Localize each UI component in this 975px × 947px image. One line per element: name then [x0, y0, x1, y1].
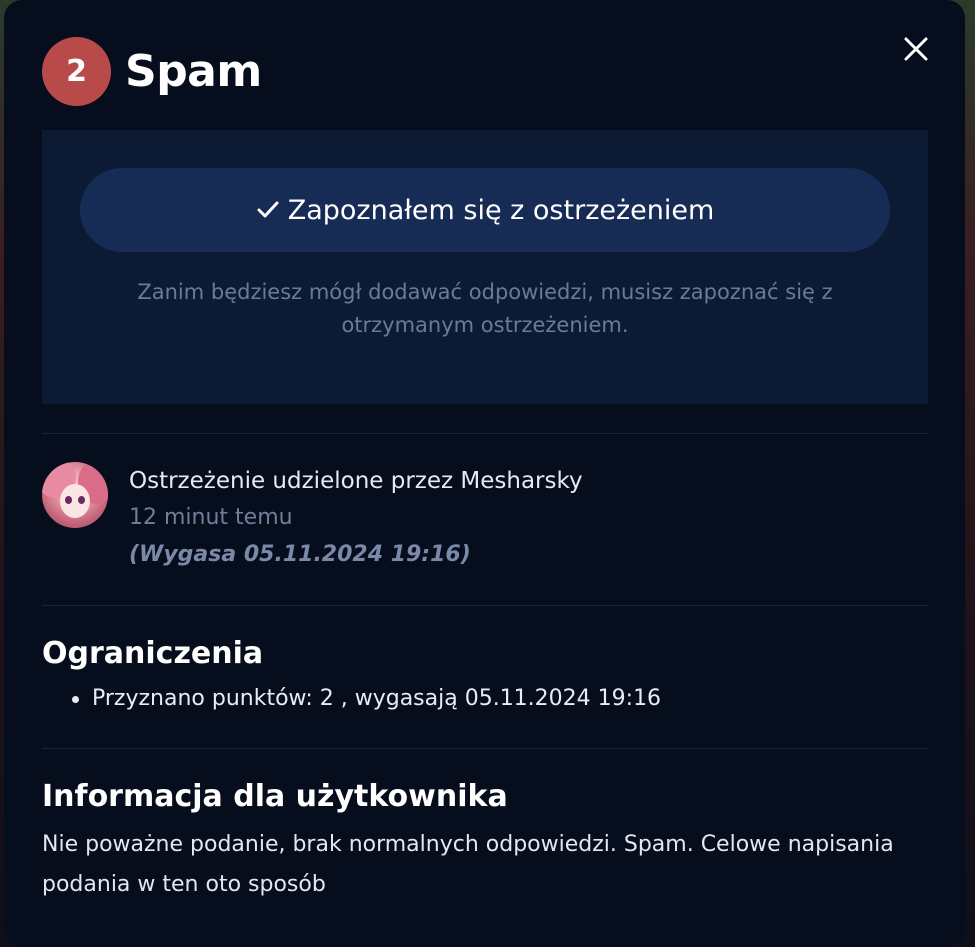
expiry-date: (Wygasa 05.11.2024 19:16)	[129, 542, 471, 567]
user-info-title: Informacja dla użytkownika	[42, 779, 508, 814]
warning-modal: 2 Spam Zapoznałem się z ostrzeżeniem Zan…	[4, 0, 965, 947]
check-icon	[256, 200, 280, 220]
divider	[42, 433, 928, 434]
acknowledge-notice: Zanim będziesz mógł dodawać odpowiedzi, …	[137, 280, 833, 337]
close-icon	[904, 37, 928, 61]
divider	[42, 748, 928, 749]
issued-time: 12 minut temu	[129, 505, 293, 530]
avatar[interactable]	[42, 462, 108, 528]
user-info-text: Nie poważne podanie, brak normalnych odp…	[42, 832, 894, 897]
issuer-details: Ostrzeżenie udzielone przez Mesharsky 12…	[129, 462, 583, 573]
list-item: Przyznano punktów: 2 , wygasają 05.11.20…	[70, 683, 661, 715]
restrictions-title: Ograniczenia	[42, 636, 264, 671]
modal-header: 2 Spam	[42, 36, 262, 106]
acknowledge-panel: Zapoznałem się z ostrzeżeniem Zanim będz…	[42, 130, 928, 404]
close-button[interactable]	[901, 34, 931, 64]
warning-issuer: Ostrzeżenie udzielone przez Mesharsky 12…	[42, 462, 583, 573]
issuer-line: Ostrzeżenie udzielone przez Mesharsky	[129, 468, 583, 494]
divider	[42, 605, 928, 606]
restrictions-list: Przyznano punktów: 2 , wygasają 05.11.20…	[70, 683, 661, 715]
acknowledge-button-label: Zapoznałem się z ostrzeżeniem	[287, 194, 715, 226]
acknowledge-button[interactable]: Zapoznałem się z ostrzeżeniem	[80, 168, 890, 252]
warning-points-badge: 2	[42, 36, 111, 106]
modal-title: Spam	[125, 45, 262, 97]
